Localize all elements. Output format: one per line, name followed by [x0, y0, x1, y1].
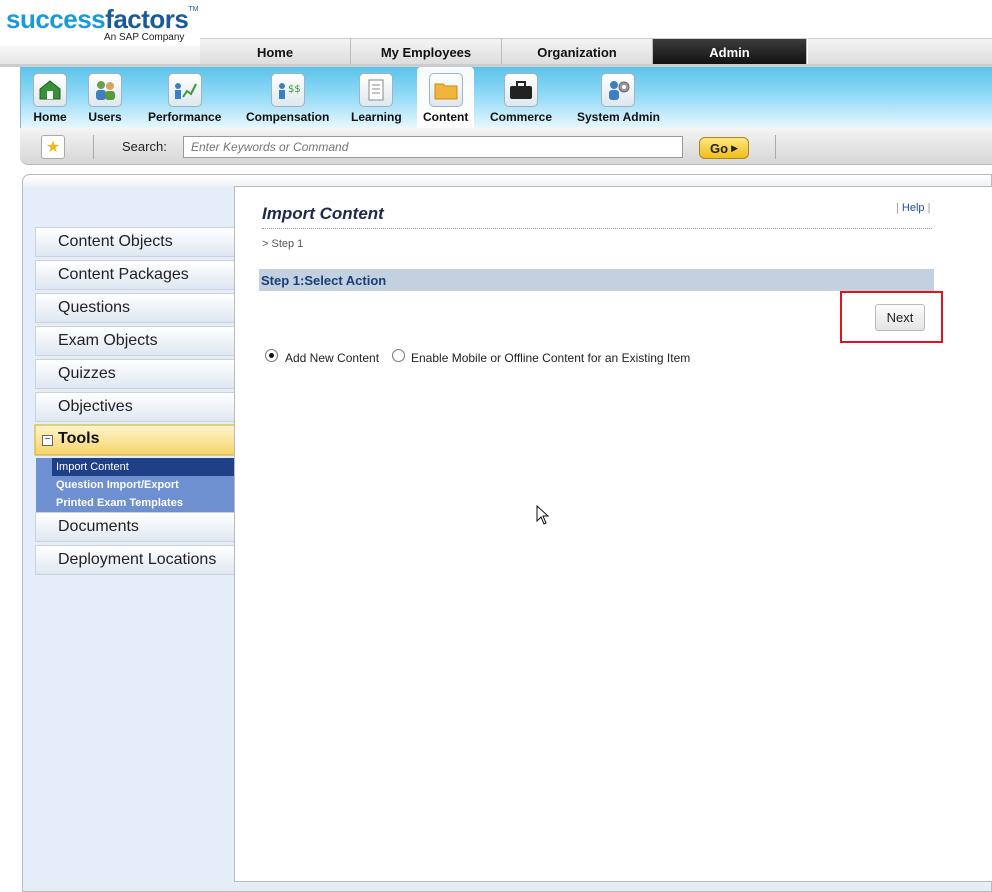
module-learning[interactable]: Learning [351, 67, 402, 128]
commerce-briefcase-icon [504, 73, 539, 107]
subnav-item-question-import-export[interactable]: Question Import/Export [52, 476, 235, 494]
learning-icon [359, 73, 394, 107]
radio-enable-mobile-offline[interactable] [392, 349, 405, 362]
nav-item-exam-objects[interactable]: Exam Objects [35, 326, 235, 356]
successfactors-logo: successfactorsTM An SAP Company [6, 4, 199, 43]
top-tabs: Home My Employees Organization Admin [200, 38, 807, 65]
go-button[interactable]: Go ▶ [699, 137, 749, 159]
nav-item-quizzes[interactable]: Quizzes [35, 359, 235, 389]
nav-item-deployment-locations[interactable]: Deployment Locations [35, 545, 235, 575]
step-heading: Step 1:Select Action [259, 269, 934, 291]
compensation-icon: $$ [270, 73, 305, 107]
collapse-minus-icon[interactable]: − [42, 435, 53, 446]
module-bar: Home Users Performance $$ Compensation L… [20, 67, 992, 128]
module-system-admin[interactable]: System Admin [577, 67, 660, 128]
module-users[interactable]: Users [88, 67, 122, 128]
next-button[interactable]: Next [875, 304, 925, 331]
breadcrumb: > Step 1 [262, 238, 304, 250]
search-label: Search: [122, 139, 167, 154]
logo-word-factors: factors [105, 4, 189, 34]
favorites-star-icon[interactable]: ★ [41, 135, 65, 159]
play-arrow-icon: ▶ [731, 142, 738, 153]
system-admin-icon [601, 73, 636, 107]
subnav-item-import-content[interactable]: Import Content [52, 458, 235, 476]
subnav-item-printed-exam-templates[interactable]: Printed Exam Templates [52, 494, 235, 512]
radio-label-add-new-content: Add New Content [285, 351, 380, 365]
mouse-cursor-icon [536, 505, 550, 525]
svg-text:$$: $$ [288, 84, 301, 95]
nav-item-content-packages[interactable]: Content Packages [35, 260, 235, 290]
tools-subnav: Import Content Question Import/Export Pr… [52, 458, 235, 512]
help-link[interactable]: | Help | [896, 202, 930, 214]
left-nav: Content Objects Content Packages Questio… [35, 227, 235, 425]
nav-item-questions[interactable]: Questions [35, 293, 235, 323]
search-input[interactable] [183, 136, 683, 158]
module-commerce[interactable]: Commerce [490, 67, 552, 128]
nav-item-tools[interactable]: − Tools [34, 424, 247, 456]
logo-tagline: An SAP Company [104, 32, 185, 43]
module-compensation[interactable]: $$ Compensation [246, 67, 329, 128]
radio-label-enable-mobile-offline: Enable Mobile or Offline Content for an … [411, 351, 691, 365]
home-icon [33, 73, 67, 107]
tab-organization[interactable]: Organization [502, 38, 653, 65]
page-title: Import Content [262, 204, 384, 223]
nav-item-content-objects[interactable]: Content Objects [35, 227, 235, 257]
left-nav-bottom: Documents Deployment Locations [35, 512, 235, 578]
module-content[interactable]: Content [417, 67, 475, 128]
tools-label: Tools [58, 430, 100, 447]
tab-my-employees[interactable]: My Employees [351, 38, 502, 65]
radio-add-new-content[interactable] [265, 349, 278, 362]
module-home[interactable]: Home [33, 67, 67, 128]
nav-item-documents[interactable]: Documents [35, 512, 235, 542]
title-divider [262, 228, 932, 229]
performance-icon [167, 73, 202, 107]
search-bar: ★ Search: Go▶ [20, 128, 992, 165]
content-folder-icon [428, 73, 463, 107]
users-icon [88, 73, 122, 107]
tab-admin[interactable]: Admin [653, 38, 807, 65]
logo-word-success: success [6, 4, 106, 34]
nav-item-objectives[interactable]: Objectives [35, 392, 235, 422]
module-performance[interactable]: Performance [148, 67, 221, 128]
tab-home[interactable]: Home [200, 38, 351, 65]
